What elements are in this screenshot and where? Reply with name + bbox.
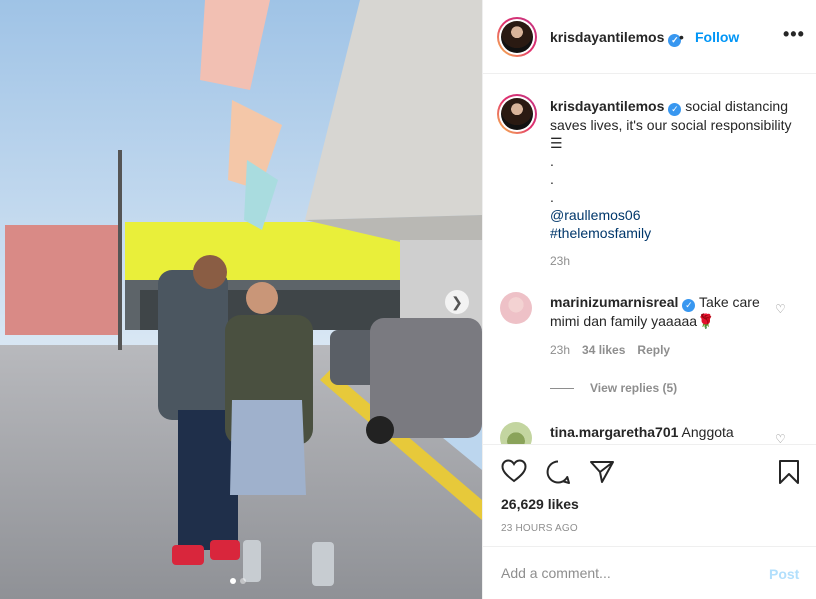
bookmark-icon[interactable]: [778, 459, 800, 488]
view-replies-button[interactable]: View replies (5): [550, 381, 677, 395]
comment-input[interactable]: [501, 563, 751, 583]
comment-avatar[interactable]: [500, 422, 532, 444]
comment-like-heart-icon[interactable]: ♡: [775, 302, 786, 316]
post-actions: 26,629 likes 23 HOURS AGO: [483, 444, 816, 546]
follow-button[interactable]: Follow: [695, 29, 739, 45]
author-avatar[interactable]: [497, 17, 537, 57]
caption-hashtag-link[interactable]: #thelemosfamily: [550, 224, 800, 242]
comment-text: tina.margaretha701 Anggota: [550, 423, 770, 441]
replies-divider: [550, 388, 574, 390]
add-comment-bar: Post: [483, 546, 816, 599]
heart-icon[interactable]: [501, 459, 527, 486]
caption-avatar[interactable]: [497, 94, 537, 134]
comment-likes[interactable]: 34 likes: [582, 343, 625, 357]
carousel-next-button[interactable]: ❯: [445, 290, 469, 314]
caption-text: krisdayantilemos ✓ social distancing save…: [550, 97, 800, 242]
caption-time[interactable]: 23h: [550, 254, 570, 268]
comments-list[interactable]: krisdayantilemos ✓ social distancing save…: [483, 74, 816, 444]
post-photo[interactable]: ❯: [0, 0, 482, 599]
post-details-panel: krisdayantilemos ✓ • Follow ••• krisdayan…: [482, 0, 816, 599]
comment-avatar[interactable]: [500, 292, 532, 324]
comment-time[interactable]: 23h: [550, 343, 570, 357]
post-header: krisdayantilemos ✓ • Follow •••: [483, 0, 816, 74]
comment-like-heart-icon[interactable]: ♡: [775, 432, 786, 444]
street-scene-image: [0, 0, 482, 599]
comment-reply-button[interactable]: Reply: [637, 343, 670, 357]
post-comment-button[interactable]: Post: [769, 566, 799, 582]
more-options-icon[interactable]: •••: [783, 24, 805, 45]
comment-username[interactable]: tina.margaretha701: [550, 424, 678, 440]
author-username-text[interactable]: krisdayantilemos: [550, 29, 664, 45]
post-timestamp[interactable]: 23 HOURS AGO: [501, 523, 578, 534]
likes-count[interactable]: 26,629 likes: [501, 496, 579, 512]
carousel-dot: [240, 578, 246, 584]
chevron-right-icon: ❯: [451, 294, 463, 310]
caption-dot-line: .: [550, 153, 554, 169]
caption-username[interactable]: krisdayantilemos: [550, 98, 664, 114]
caption-dot-line: .: [550, 171, 554, 187]
verified-badge-icon: ✓: [682, 299, 696, 312]
carousel-dots: [230, 578, 246, 584]
caption-mention-link[interactable]: @raullemos06: [550, 206, 800, 224]
comment-username[interactable]: marinizumarnisreal: [550, 294, 678, 310]
comment-body: Anggota: [681, 424, 734, 440]
share-icon[interactable]: [589, 459, 615, 488]
carousel-dot-active: [230, 578, 236, 584]
header-separator: •: [679, 29, 684, 45]
verified-badge-icon: ✓: [668, 103, 682, 116]
comment-text: marinizumarnisreal ✓ Take care mimi dan f…: [550, 293, 770, 330]
comment-icon[interactable]: [545, 459, 571, 488]
view-replies-label[interactable]: View replies (5): [590, 381, 677, 395]
author-username[interactable]: krisdayantilemos ✓: [550, 29, 682, 47]
caption-dot-line: .: [550, 189, 554, 205]
comment-meta: 23h 34 likes Reply: [550, 343, 670, 357]
